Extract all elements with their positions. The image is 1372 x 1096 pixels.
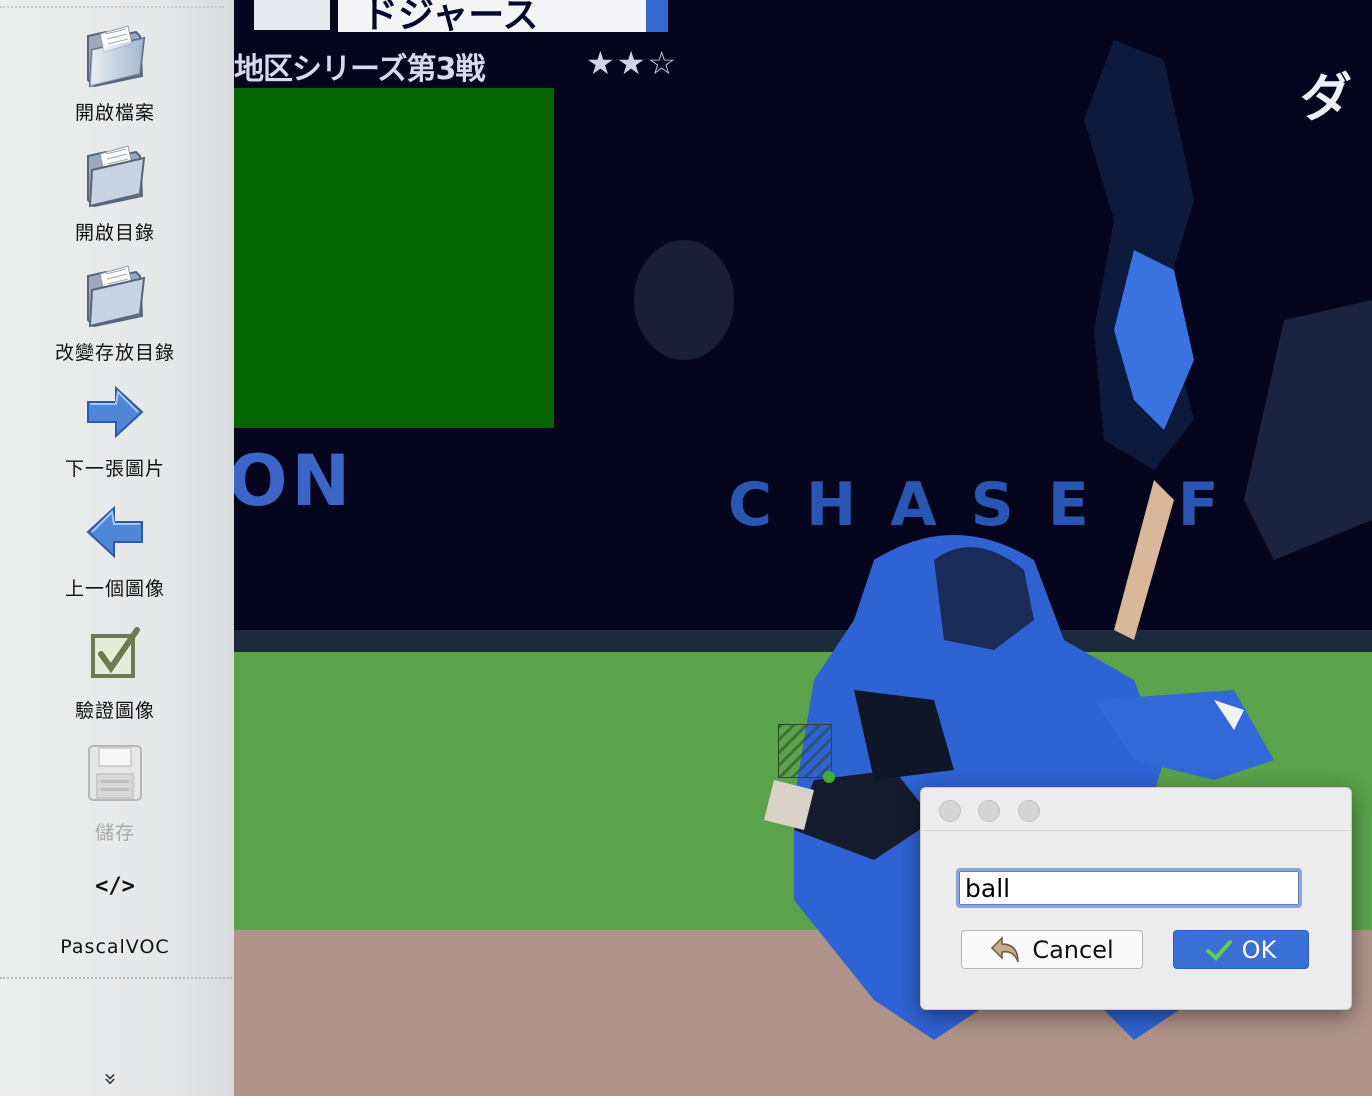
cancel-button[interactable]: Cancel (961, 930, 1143, 969)
open-file-button[interactable]: 開啟檔案 (0, 14, 230, 124)
open-file-label: 開啟檔案 (74, 102, 155, 124)
undo-arrow-icon (991, 935, 1020, 962)
format-label: PascalVOC (60, 936, 170, 958)
bbox-corner-handle[interactable] (823, 771, 835, 783)
minimize-window-button[interactable] (978, 800, 1000, 822)
save-button[interactable]: 儲存 (0, 740, 230, 844)
toolbar: 開啟檔案 開啟目錄 改變存放目錄 下一張圖片 上一個圖像 驗證圖像 儲存 </>… (0, 0, 235, 1096)
checkmark-icon (1205, 939, 1232, 961)
code-icon: </> (95, 874, 135, 899)
zoom-window-button[interactable] (1018, 800, 1040, 822)
verify-image-label: 驗證圖像 (74, 700, 155, 722)
format-pascalvoc-button[interactable]: </> PascalVOC (0, 866, 230, 966)
toolbar-divider (0, 977, 232, 979)
open-folder-icon (87, 145, 146, 208)
arrow-left-icon (86, 505, 143, 559)
more-tools-chevron-icon[interactable]: » (98, 1072, 123, 1085)
open-dir-label: 開啟目錄 (74, 222, 155, 244)
dialog-titlebar (921, 788, 1351, 831)
next-image-label: 下一張圖片 (64, 458, 165, 480)
floppy-disk-icon (88, 745, 142, 801)
cancel-label: Cancel (1032, 935, 1114, 964)
open-folder-icon (87, 25, 146, 88)
verify-image-button[interactable]: 驗證圖像 (0, 620, 230, 722)
close-window-button[interactable] (939, 800, 961, 822)
change-save-dir-label: 改變存放目錄 (54, 342, 175, 364)
label-dialog: Cancel OK (920, 787, 1352, 1010)
next-image-button[interactable]: 下一張圖片 (0, 378, 230, 480)
arrow-right-icon (87, 385, 144, 439)
toolbar-top-divider (0, 6, 224, 8)
ok-label: OK (1241, 935, 1277, 964)
prev-image-label: 上一個圖像 (64, 578, 165, 600)
save-label: 儲存 (94, 822, 135, 844)
ok-button[interactable]: OK (1173, 930, 1309, 969)
change-save-dir-button[interactable]: 改變存放目錄 (0, 254, 230, 364)
annotation-bbox[interactable] (778, 724, 832, 778)
prev-image-button[interactable]: 上一個圖像 (0, 498, 230, 600)
checkbox-icon (91, 627, 140, 678)
open-dir-button[interactable]: 開啟目錄 (0, 134, 230, 244)
open-folder-icon (87, 265, 146, 328)
label-input[interactable] (956, 868, 1302, 908)
